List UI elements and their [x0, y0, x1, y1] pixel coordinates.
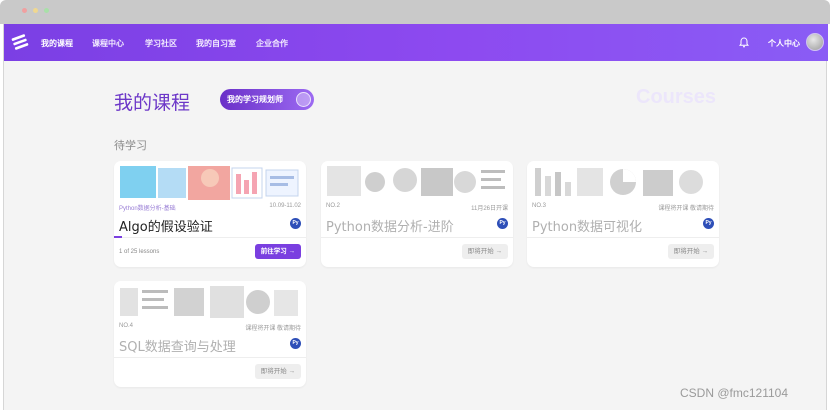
app-frame: 我的课程 课程中心 学习社区 我的自习室 企业合作 个人中心 我的课程 我的学习… — [3, 24, 828, 410]
progress-bar — [114, 236, 306, 238]
study-planner-label: 我的学习规划师 — [227, 95, 283, 104]
course-card[interactable]: NO.2 11月26日开课 Python数据分析-进阶 Py 即将开始 → — [321, 161, 513, 267]
user-center-link[interactable]: 个人中心 — [768, 38, 800, 49]
python-badge-icon: Py — [290, 218, 301, 229]
course-title[interactable]: SQL数据查询与处理 — [119, 336, 236, 355]
course-card[interactable]: NO.3 课程将开课 敬请期待 Python数据可视化 Py 即将开始 → — [527, 161, 719, 267]
course-status: 课程将开课 敬请期待 — [658, 206, 714, 212]
nav-item-community[interactable]: 学习社区 — [145, 38, 177, 49]
course-status: 课程将开课 敬请期待 — [245, 326, 301, 332]
progress-fill — [114, 236, 122, 238]
close-window-dot[interactable] — [22, 8, 27, 13]
card-divider — [321, 237, 513, 238]
course-start-date: 11月26日开课 — [471, 206, 508, 212]
page-title: 我的课程 — [114, 92, 191, 114]
card-divider — [114, 357, 306, 358]
decorative-courses-title: Courses — [636, 86, 717, 108]
course-thumbnail — [118, 284, 302, 320]
bell-icon[interactable] — [739, 37, 749, 48]
python-badge-icon: Py — [703, 218, 714, 229]
course-title[interactable]: Python数据可视化 — [532, 216, 642, 235]
course-card[interactable]: Python数据分析-基础 10.09-11.02 Algo的假设验证 Py 1… — [114, 161, 306, 267]
python-badge-icon: Py — [290, 338, 301, 349]
course-number: NO.3 — [532, 203, 547, 209]
course-card[interactable]: NO.4 课程将开课 敬请期待 SQL数据查询与处理 Py 即将开始 → — [114, 281, 306, 387]
course-category: Python数据分析-基础 — [119, 206, 176, 212]
course-dates: 10.09-11.02 — [269, 203, 301, 209]
course-title[interactable]: Algo的假设验证 — [119, 216, 213, 235]
coming-soon-button[interactable]: 即将开始 → — [667, 244, 714, 259]
top-navigation: 我的课程 课程中心 学习社区 我的自习室 企业合作 个人中心 — [4, 24, 828, 61]
course-thumbnail — [325, 164, 509, 200]
stack-logo-icon[interactable] — [10, 32, 30, 52]
python-badge-icon: Py — [497, 218, 508, 229]
maximize-window-dot[interactable] — [44, 8, 49, 13]
csdn-watermark: CSDN @fmc121104 — [680, 386, 788, 400]
avatar[interactable] — [806, 33, 824, 51]
go-study-button[interactable]: 前往学习 → — [254, 244, 301, 259]
section-label-pending: 待学习 — [114, 140, 147, 152]
card-divider — [527, 237, 719, 238]
nav-item-course-center[interactable]: 课程中心 — [92, 38, 124, 49]
study-planner-button[interactable]: 我的学习规划师 — [220, 89, 314, 110]
browser-chrome — [0, 0, 830, 24]
course-number: NO.4 — [119, 323, 134, 329]
nav-item-study-room[interactable]: 我的自习室 — [196, 38, 236, 49]
coming-soon-button[interactable]: 即将开始 → — [461, 244, 508, 259]
nav-item-enterprise[interactable]: 企业合作 — [256, 38, 288, 49]
nav-item-my-courses[interactable]: 我的课程 — [41, 38, 73, 49]
course-title[interactable]: Python数据分析-进阶 — [326, 216, 454, 235]
headset-icon — [296, 92, 311, 107]
minimize-window-dot[interactable] — [33, 8, 38, 13]
course-number: NO.2 — [326, 203, 341, 209]
course-thumbnail — [531, 164, 715, 200]
coming-soon-button[interactable]: 即将开始 → — [254, 364, 301, 379]
course-thumbnail — [118, 164, 302, 200]
progress-text: 1 of 25 lessons — [119, 249, 160, 255]
